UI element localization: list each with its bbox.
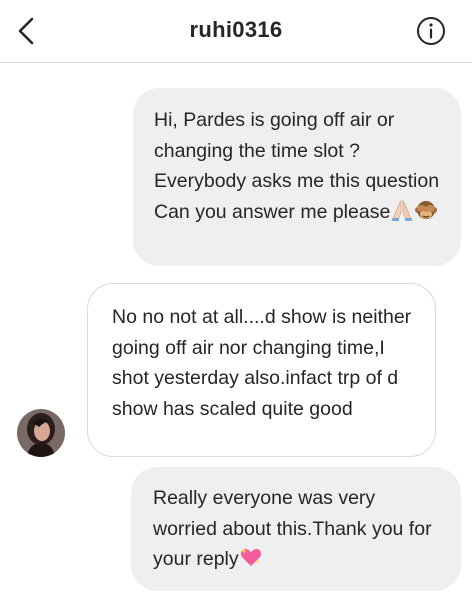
avatar[interactable] xyxy=(17,409,65,457)
sent-message-bubble[interactable]: Hi, Pardes is going off air or changing … xyxy=(133,88,461,266)
received-message-bubble[interactable]: No no not at all....d show is neither go… xyxy=(87,283,436,457)
chat-header: ruhi0316 xyxy=(0,0,472,63)
sent-message-bubble[interactable]: Really everyone was very worried about t… xyxy=(131,467,461,591)
sparkling-heart-emoji xyxy=(239,545,263,579)
see-no-evil-monkey-emoji xyxy=(414,198,438,232)
chat-title[interactable]: ruhi0316 xyxy=(0,17,472,43)
message-text: Really everyone was very worried about t… xyxy=(153,487,432,570)
folded-hands-emoji xyxy=(390,198,414,232)
info-button[interactable] xyxy=(416,16,446,46)
message-thread: Hi, Pardes is going off air or changing … xyxy=(0,63,472,597)
message-text: No no not at all....d show is neither go… xyxy=(112,306,412,420)
info-icon xyxy=(417,17,445,45)
